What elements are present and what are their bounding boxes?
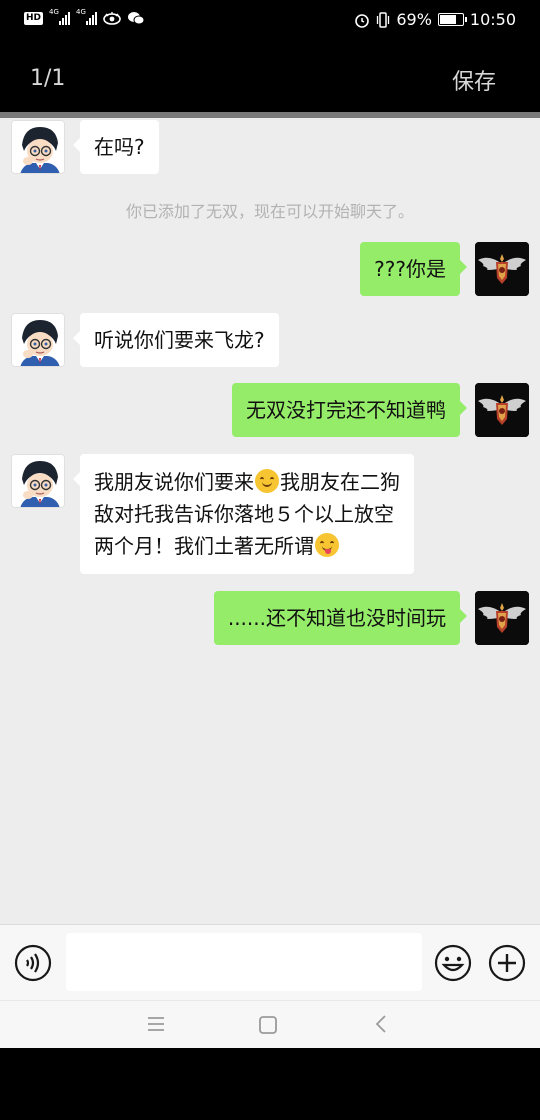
screenshot-bottom-margin — [0, 1048, 540, 1120]
eye-icon — [103, 12, 121, 25]
anime-boy-avatar-icon — [12, 455, 64, 507]
message-text: 听说你们要来飞龙? — [94, 328, 265, 352]
battery-fill — [439, 15, 457, 24]
voice-input-icon[interactable] — [14, 944, 52, 982]
back-icon[interactable] — [372, 1014, 390, 1034]
vibrate-icon — [377, 11, 390, 28]
my-avatar[interactable] — [475, 383, 529, 437]
contact-avatar[interactable] — [11, 313, 65, 367]
message-line: 敌对托我告诉你落地５个以上放空 — [94, 502, 394, 526]
battery-percent: 69% — [396, 10, 432, 29]
alarm-icon — [355, 13, 370, 28]
save-button[interactable]: 保存 — [452, 64, 496, 96]
message-bubble-incoming[interactable]: 听说你们要来飞龙? — [73, 313, 279, 367]
my-avatar[interactable] — [475, 591, 529, 645]
hd-badge: HD — [24, 11, 44, 25]
battery-icon — [437, 13, 467, 26]
winking-tongue-emoji-icon — [315, 533, 339, 557]
wechat-icon — [128, 12, 145, 25]
message-text: 无双没打完还不知道鸭 — [246, 398, 446, 422]
system-message: 你已添加了无双，现在可以开始聊天了。 — [125, 202, 414, 221]
message-text: 在吗? — [94, 135, 145, 159]
winged-emblem-avatar-icon — [475, 591, 529, 645]
message-bubble-outgoing[interactable]: 无双没打完还不知道鸭 — [232, 383, 467, 437]
system-nav-bar — [0, 1000, 540, 1048]
contact-avatar[interactable] — [11, 120, 65, 174]
winged-emblem-avatar-icon — [475, 242, 529, 296]
plus-icon[interactable] — [488, 944, 526, 982]
message-line: 我朋友说你们要来 我朋友在二狗 — [94, 466, 400, 498]
message-text: ???你是 — [374, 257, 446, 281]
status-bar: HD 4G 4G 69% 10:50 — [0, 0, 540, 40]
chat-area[interactable]: 在吗? 你已添加了无双，现在可以开始聊天了。 ???你是 听说你们要来飞龙? 无… — [0, 118, 540, 924]
message-text: 我朋友在二狗 — [280, 470, 400, 494]
message-bubble-outgoing[interactable]: ......还不知道也没时间玩 — [213, 591, 468, 645]
anime-boy-avatar-icon — [12, 314, 64, 366]
preview-top-bar: 1/1 保存 — [0, 40, 540, 112]
message-bubble-outgoing[interactable]: ???你是 — [360, 242, 467, 296]
message-text: ......还不知道也没时间玩 — [227, 606, 446, 630]
network-type-label: 4G — [49, 8, 59, 16]
chat-input-bar — [0, 924, 540, 1000]
network-type-label-2: 4G — [76, 8, 86, 16]
message-input[interactable] — [66, 933, 422, 991]
page-counter: 1/1 — [30, 66, 66, 91]
signal-icon: 4G — [49, 8, 71, 25]
message-bubble-incoming[interactable]: 我朋友说你们要来 我朋友在二狗 敌对托我告诉你落地５个以上放空 两个月！我们土著无… — [73, 454, 414, 574]
menu-icon[interactable] — [146, 1015, 166, 1033]
signal-icon-2: 4G — [76, 8, 98, 25]
anime-boy-avatar-icon — [12, 121, 64, 173]
contact-avatar[interactable] — [11, 454, 65, 508]
message-bubble-incoming[interactable]: 在吗? — [73, 120, 159, 174]
message-line: 两个月！我们土著无所谓 — [94, 530, 400, 562]
message-text: 两个月！我们土著无所谓 — [94, 534, 314, 558]
status-right: 69% 10:50 — [354, 10, 516, 29]
my-avatar[interactable] — [475, 242, 529, 296]
smiling-emoji-icon — [255, 469, 279, 493]
message-text: 我朋友说你们要来 — [94, 470, 254, 494]
emoji-icon[interactable] — [434, 944, 472, 982]
home-icon[interactable] — [258, 1016, 278, 1034]
clock: 10:50 — [469, 10, 516, 29]
winged-emblem-avatar-icon — [475, 383, 529, 437]
status-left: HD 4G 4G — [24, 8, 145, 25]
